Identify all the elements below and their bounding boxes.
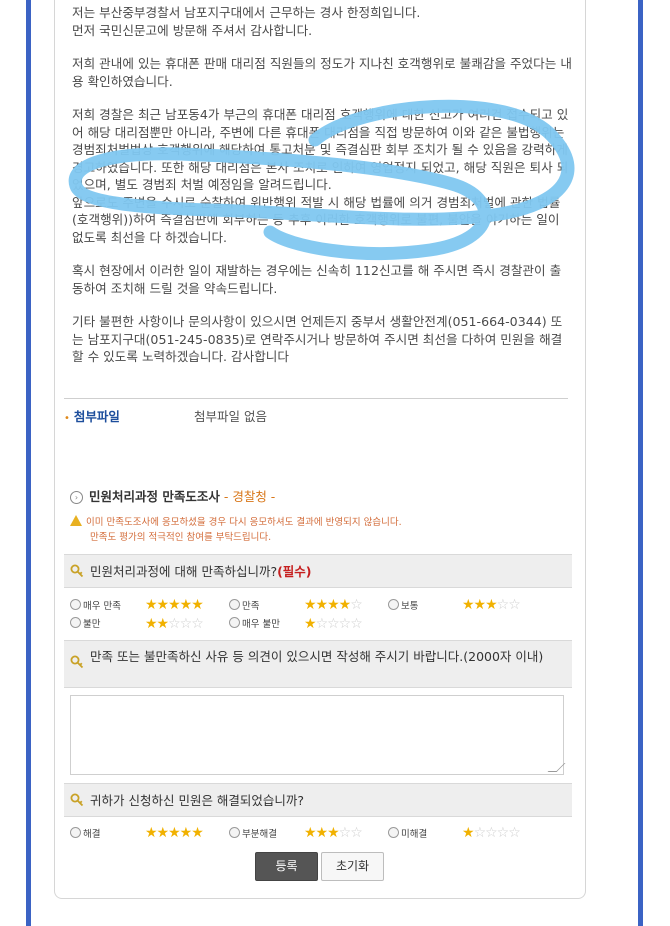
response-body: 저는 부산중부경찰서 남포지구대에서 근무하는 경사 한정희입니다. 먼저 국민… [72,4,572,382]
attachment-label: 첨부파일 [73,409,120,424]
required-mark: (필수) [277,564,312,579]
rating-stars-3: ★★★☆☆ [304,825,363,841]
rating-stars-3: ★★★☆☆ [462,597,521,613]
key-icon [70,793,84,807]
response-paragraph-1: 저는 부산중부경찰서 남포지구대에서 근무하는 경사 한정희입니다. 먼저 국민… [72,5,421,38]
rating-stars-4: ★★★★☆ [304,597,363,613]
key-icon [70,564,84,578]
radio-button[interactable] [388,599,399,610]
option-label: 만족 [242,601,260,612]
notice-line-2: 만족도 평가의 적극적인 참여를 부탁드립니다. [90,532,272,543]
radio-button[interactable] [388,827,399,838]
attachment-row: • 첨부파일 첨부파일 없음 [64,406,267,425]
question-1-text: 민원처리과정에 대해 만족하십니까? [90,564,278,579]
option-label: 해결 [83,829,101,840]
question-2-text: 만족 또는 불만족하신 사유 등 의견이 있으시면 작성해 주시기 바랍니다.(… [90,649,544,664]
survey-title: 민원처리과정 만족도조사 [89,489,220,504]
key-icon [70,655,84,669]
rating-stars-5: ★★★★★ [145,825,204,841]
question-2-bar: 만족 또는 불만족하신 사유 등 의견이 있으시면 작성해 주시기 바랍니다.(… [64,640,572,688]
option-label: 불만 [83,619,101,630]
q3-option-partially-resolved[interactable]: 부분해결 [229,826,277,840]
resize-grip-icon[interactable] [547,763,566,772]
option-label: 매우 불만 [242,619,280,630]
warning-icon [70,515,82,526]
question-3-text: 귀하가 신청하신 민원은 해결되었습니까? [90,793,305,808]
chevron-circle-icon: › [70,491,83,504]
q1-option-satisfied[interactable]: 만족 [229,598,259,612]
response-paragraph-4: 혹시 현장에서 이러한 일이 재발하는 경우에는 신속히 112신고를 해 주시… [72,263,562,296]
q1-option-very-satisfied[interactable]: 매우 만족 [70,598,121,612]
question-1-bar: 민원처리과정에 대해 만족하십니까?(필수) [64,554,572,588]
rating-stars-5: ★★★★★ [145,597,204,613]
q1-option-dissatisfied[interactable]: 불만 [70,616,100,630]
option-label: 미해결 [401,829,428,840]
option-label: 보통 [401,601,419,612]
bullet-icon: • [64,413,70,424]
option-label: 매우 만족 [83,601,121,612]
q3-option-unresolved[interactable]: 미해결 [388,826,427,840]
page-frame-left [26,0,31,926]
q1-option-neutral[interactable]: 보통 [388,598,418,612]
survey-title-row: › 민원처리과정 만족도조사 - 경찰청 - [70,486,275,505]
rating-stars-1: ★☆☆☆☆ [462,825,521,841]
radio-button[interactable] [70,599,81,610]
rating-stars-2: ★★☆☆☆ [145,616,204,632]
radio-button[interactable] [229,617,240,628]
survey-notice: 이미 만족도조사에 응모하셨을 경우 다시 응모하셔도 결과에 반영되지 않습니… [70,515,402,545]
response-paragraph-3: 저희 경찰은 최근 남포동4가 부근의 휴대폰 대리점 호객행위에 대한 신고가… [72,107,569,245]
attachment-value: 첨부파일 없음 [194,409,267,424]
reset-button[interactable]: 초기화 [321,852,384,881]
question-3-bar: 귀하가 신청하신 민원은 해결되었습니까? [64,783,572,817]
radio-button[interactable] [229,599,240,610]
response-paragraph-2: 저희 관내에 있는 휴대폰 판매 대리점 직원들의 정도가 지나친 호객행위로 … [72,56,572,89]
radio-button[interactable] [70,617,81,628]
response-paragraph-5: 기타 불편한 사항이나 문의사항이 있으시면 언제든지 중부서 생활안전계(05… [72,314,567,364]
q1-option-very-dissatisfied[interactable]: 매우 불만 [229,616,280,630]
submit-button[interactable]: 등록 [255,852,318,881]
radio-button[interactable] [70,827,81,838]
opinion-textarea[interactable] [70,695,566,775]
rating-stars-1: ★☆☆☆☆ [304,616,363,632]
survey-organization: - 경찰청 - [219,489,276,504]
q3-option-resolved[interactable]: 해결 [70,826,100,840]
radio-button[interactable] [229,827,240,838]
page-frame-right [638,0,643,926]
option-label: 부분해결 [242,829,277,840]
notice-line-1: 이미 만족도조사에 응모하셨을 경우 다시 응모하셔도 결과에 반영되지 않습니… [86,517,402,528]
attachment-divider [64,398,568,399]
